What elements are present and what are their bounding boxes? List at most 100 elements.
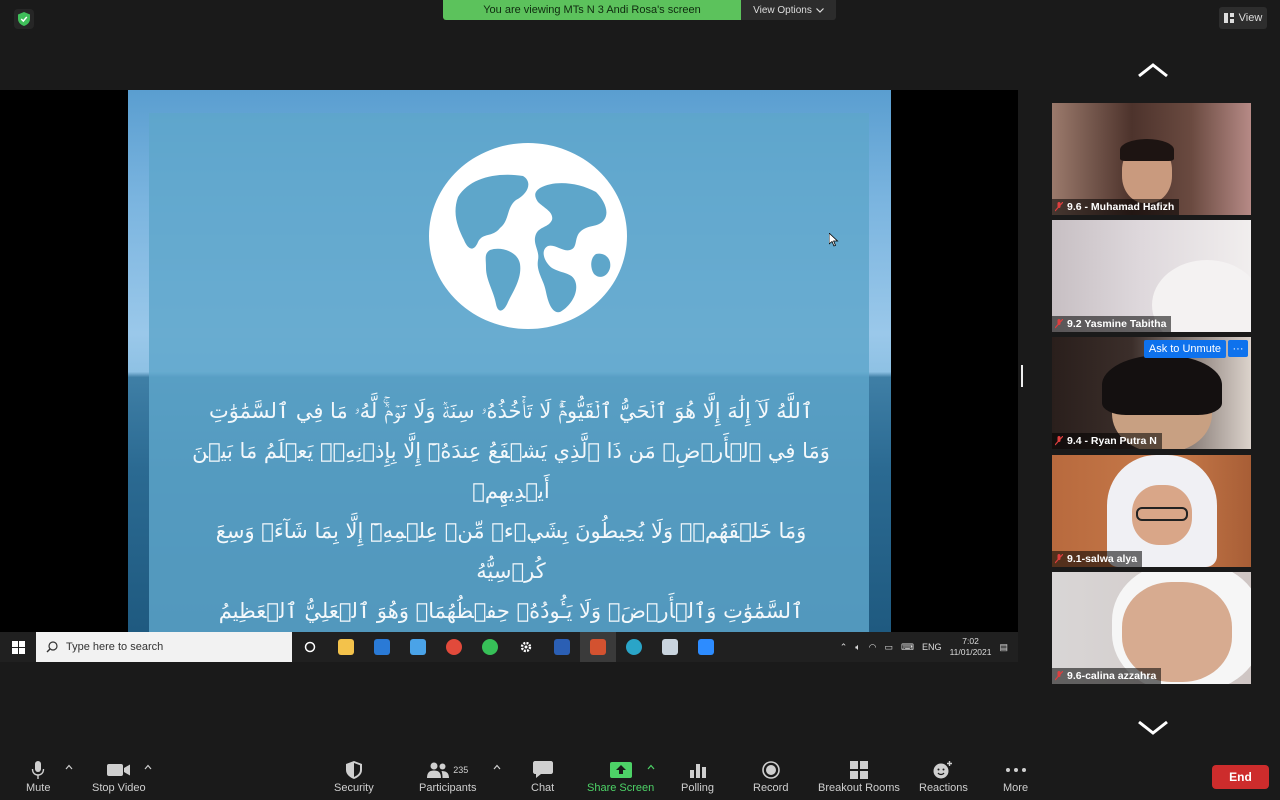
reactions-label: Reactions [919,782,968,794]
gallery-scroll-down-icon[interactable] [1137,720,1169,736]
participants-options-caret-icon[interactable] [493,764,501,770]
video-options-caret-icon[interactable] [144,764,152,770]
breakout-rooms-label: Breakout Rooms [818,782,900,794]
participant-hair [1102,355,1222,415]
file-explorer-icon[interactable] [328,632,364,662]
search-icon [46,641,58,653]
whatsapp-icon[interactable] [472,632,508,662]
chat-bubble-icon [532,761,553,778]
participant-label: 9.6 - Muhamad Hafizh [1052,199,1180,215]
breakout-rooms-icon [849,761,868,779]
ellipsis-icon [1005,768,1026,772]
edge-icon[interactable] [616,632,652,662]
participant-tile[interactable]: 9.2 Yasmine Tabitha [1052,220,1251,332]
mic-muted-icon [1055,436,1063,446]
chrome-icon[interactable] [436,632,472,662]
windows-taskbar: Type here to search ⌃ 🔈︎ ◠ ▭ ⌨︎ ENG 7:02… [0,632,1018,662]
clock-time: 7:02 [962,636,979,646]
mouse-cursor-icon [829,233,839,247]
presentation-slide: ٱللَّهُ لَآ إِلَٰهَ إِلَّا هُوَ ٱلۡحَيُّ… [128,90,891,632]
clock-date: 11/01/2021 [949,647,992,657]
record-label: Record [753,782,789,794]
stop-video-button[interactable]: Stop Video [92,758,146,794]
viewing-banner-text: You are viewing MTs N 3 Andi Rosa's scre… [443,0,741,20]
mail-icon[interactable] [364,632,400,662]
windows-start-icon[interactable] [0,632,36,662]
participant-name: 9.1-salwa alya [1067,553,1138,565]
split-drag-handle[interactable] [1021,365,1023,387]
powerpoint-icon[interactable] [580,632,616,662]
participant-tile[interactable]: 9.1-salwa alya [1052,455,1251,567]
participant-label: 9.1-salwa alya [1052,551,1143,567]
participant-tile[interactable]: 9.6 - Muhamad Hafizh [1052,103,1251,215]
ask-to-unmute-button[interactable]: Ask to Unmute [1143,340,1226,358]
view-options-label: View Options [753,4,812,16]
share-screen-icon [609,762,632,778]
participant-tile[interactable]: 9.6-calina azzahra [1052,572,1251,684]
mic-muted-icon [1055,671,1063,681]
participant-tile[interactable]: Ask to Unmute ··· 9.4 - Ryan Putra N [1052,337,1251,449]
windows-search-box[interactable]: Type here to search [36,632,292,662]
cortana-icon[interactable] [292,632,328,662]
share-screen-button[interactable]: Share Screen [587,758,654,794]
wifi-icon[interactable]: ◠ [869,642,877,653]
participants-label: Participants [419,782,477,794]
audio-options-caret-icon[interactable] [65,764,73,770]
record-button[interactable]: Record [753,758,788,794]
shield-icon [345,761,362,779]
arabic-line: وَمَا خَلۡفَهُمۡۖ وَلَا يُحِيطُونَ بِشَي… [215,519,807,583]
tile-more-options-button[interactable]: ··· [1228,340,1248,357]
participant-glasses [1136,507,1188,521]
participants-button[interactable]: 235 Participants [419,758,476,794]
gallery-scroll-up-icon[interactable] [1137,62,1169,78]
arabic-line: ٱللَّهُ لَآ إِلَٰهَ إِلَّا هُوَ ٱلۡحَيُّ… [208,399,814,423]
keyboard-icon[interactable]: ⌨︎ [901,642,914,653]
breakout-rooms-button[interactable]: Breakout Rooms [818,758,900,794]
smiley-plus-icon [933,761,953,779]
chat-button[interactable]: Chat [531,758,554,794]
mic-muted-icon [1055,319,1063,329]
microphone-icon [32,761,45,779]
bar-chart-icon [689,764,706,778]
photos-icon[interactable] [652,632,688,662]
participant-hair [1120,139,1174,161]
arabic-line: ٱلسَّمَٰوَٰتِ وَٱلۡأَرۡضَۖ وَلَا يَـُٔود… [218,599,804,623]
view-button[interactable]: View [1219,7,1267,29]
mute-button[interactable]: Mute [26,758,50,794]
security-shield-icon[interactable] [14,9,34,29]
notification-icon[interactable]: ▤ [999,642,1008,653]
word-icon[interactable] [544,632,580,662]
share-screen-label: Share Screen [587,782,655,794]
meeting-toolbar: Mute Stop Video Security 235 Participant… [0,752,1280,800]
more-button[interactable]: More [1003,758,1028,794]
zoom-meeting-window: You are viewing MTs N 3 Andi Rosa's scre… [0,0,1280,800]
participant-label: 9.6-calina azzahra [1052,668,1162,684]
battery-icon[interactable]: ▭ [885,642,894,653]
globe-icon [429,143,627,329]
language-indicator[interactable]: ENG [922,642,942,652]
search-placeholder: Type here to search [66,641,164,653]
participant-name: 9.2 Yasmine Tabitha [1067,318,1167,330]
polling-button[interactable]: Polling [681,758,714,794]
participant-name: 9.6-calina azzahra [1067,670,1157,682]
store-icon[interactable] [400,632,436,662]
security-button[interactable]: Security [334,758,374,794]
record-icon [761,761,780,779]
mute-label: Mute [26,782,51,794]
zoom-app-icon[interactable] [688,632,724,662]
slide-card: ٱللَّهُ لَآ إِلَٰهَ إِلَّا هُوَ ٱلۡحَيُّ… [149,113,869,632]
participant-label: 9.4 - Ryan Putra N [1052,433,1162,449]
share-options-caret-icon[interactable] [647,764,655,770]
grid-view-icon [1223,13,1234,23]
participants-icon [427,762,450,778]
polling-label: Polling [681,782,715,794]
view-options-button[interactable]: View Options [741,0,836,20]
clock[interactable]: 7:02 11/01/2021 [950,636,992,658]
end-meeting-button[interactable]: End [1212,765,1269,789]
settings-gear-icon[interactable] [508,632,544,662]
chevron-up-icon[interactable]: ⌃ [840,642,848,653]
participant-label: 9.2 Yasmine Tabitha [1052,316,1172,332]
stop-video-label: Stop Video [92,782,146,794]
volume-icon[interactable]: 🔈︎ [855,642,860,653]
reactions-button[interactable]: Reactions [919,758,968,794]
